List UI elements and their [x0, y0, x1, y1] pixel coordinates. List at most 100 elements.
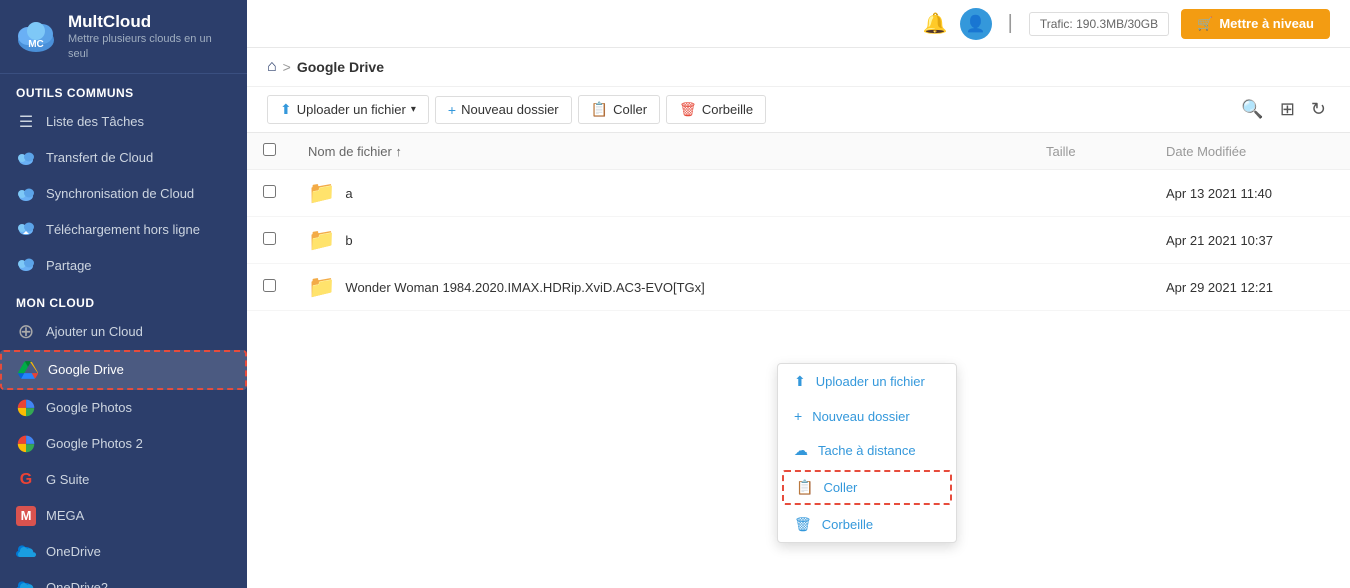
- col-date-header: Date Modifiée: [1150, 133, 1350, 170]
- context-paste-label: Coller: [823, 480, 857, 495]
- sidebar-item-google-photos[interactable]: Google Photos: [0, 390, 247, 426]
- onedrive2-label: OneDrive2: [46, 580, 108, 588]
- offline-download-icon: [16, 220, 36, 240]
- sidebar-item-onedrive2[interactable]: OneDrive2: [0, 570, 247, 588]
- upload-dropdown-icon: ▾: [411, 104, 416, 115]
- context-trash-label: Corbeille: [822, 517, 873, 532]
- google-photos-2-icon: [16, 434, 36, 454]
- sidebar-header: MC MultCloud Mettre plusieurs clouds en …: [0, 0, 247, 74]
- cloud-transfer-icon: [16, 148, 36, 168]
- paste-icon: 📋: [591, 101, 608, 118]
- google-photos-icon: [16, 398, 36, 418]
- folder-icon-2: 📁: [308, 274, 335, 300]
- notification-icon[interactable]: 🔔: [923, 11, 948, 36]
- sidebar-item-offline-download[interactable]: Téléchargement hors ligne: [0, 212, 247, 248]
- new-folder-button[interactable]: + Nouveau dossier: [435, 96, 572, 124]
- sidebar-item-sharing[interactable]: Partage: [0, 248, 247, 284]
- onedrive-icon: [16, 542, 36, 562]
- context-paste-icon: 📋: [796, 479, 813, 496]
- sidebar: MC MultCloud Mettre plusieurs clouds en …: [0, 0, 247, 588]
- select-all-checkbox[interactable]: [263, 143, 276, 156]
- app-subtitle: Mettre plusieurs clouds en un seul: [68, 32, 233, 61]
- file-size-1: [1030, 217, 1150, 264]
- breadcrumb-home[interactable]: ⌂: [267, 58, 277, 76]
- file-name-0: a: [345, 186, 352, 201]
- breadcrumb: ⌂ > Google Drive: [247, 48, 1350, 87]
- app-name: MultCloud: [68, 12, 233, 32]
- file-name-1: b: [345, 233, 352, 248]
- sidebar-item-mega[interactable]: M MEGA: [0, 498, 247, 534]
- context-remote-label: Tache à distance: [818, 443, 916, 458]
- toolbar: ⬆ Uploader un fichier ▾ + Nouveau dossie…: [247, 87, 1350, 133]
- table-row[interactable]: 📁 b Apr 21 2021 10:37: [247, 217, 1350, 264]
- avatar[interactable]: 👤: [960, 8, 992, 40]
- main-content: 🔔 👤 | Trafic: 190.3MB/30GB 🛒 Mettre à ni…: [247, 0, 1350, 588]
- table-row[interactable]: 📁 Wonder Woman 1984.2020.IMAX.HDRip.XviD…: [247, 264, 1350, 311]
- new-folder-label: Nouveau dossier: [461, 102, 559, 117]
- svg-text:MC: MC: [28, 39, 44, 50]
- file-table: Nom de fichier ↑ Taille Date Modifiée 📁 …: [247, 133, 1350, 311]
- add-cloud-icon: ⊕: [16, 322, 36, 342]
- context-trash[interactable]: 🗑 Corbeille: [778, 507, 956, 542]
- row-checkbox-2[interactable]: [263, 279, 276, 292]
- google-photos-2-label: Google Photos 2: [46, 436, 143, 451]
- upload-button[interactable]: ⬆ Uploader un fichier ▾: [267, 95, 429, 124]
- trash-button[interactable]: 🗑 Corbeille: [666, 95, 766, 124]
- context-paste[interactable]: 📋 Coller: [782, 470, 952, 505]
- row-checkbox-0[interactable]: [263, 185, 276, 198]
- mega-label: MEGA: [46, 508, 84, 523]
- context-new-folder-label: Nouveau dossier: [812, 409, 910, 424]
- mega-icon: M: [16, 506, 36, 526]
- context-new-folder[interactable]: + Nouveau dossier: [778, 399, 956, 433]
- sidebar-item-add-cloud[interactable]: ⊕ Ajouter un Cloud: [0, 314, 247, 350]
- table-row[interactable]: 📁 a Apr 13 2021 11:40: [247, 170, 1350, 217]
- context-upload-file[interactable]: ⬆ Uploader un fichier: [778, 364, 956, 399]
- upgrade-button[interactable]: 🛒 Mettre à niveau: [1181, 9, 1330, 39]
- trash-label: Corbeille: [702, 102, 753, 117]
- sidebar-item-cloud-sync[interactable]: Synchronisation de Cloud: [0, 176, 247, 212]
- upload-icon: ⬆: [280, 101, 292, 118]
- offline-download-label: Téléchargement hors ligne: [46, 222, 200, 237]
- g-suite-icon: G: [16, 470, 36, 490]
- sidebar-item-google-drive[interactable]: Google Drive: [0, 350, 247, 390]
- paste-label: Coller: [613, 102, 647, 117]
- onedrive-label: OneDrive: [46, 544, 101, 559]
- context-menu: ⬆ Uploader un fichier + Nouveau dossier …: [777, 363, 957, 543]
- google-drive-icon: [18, 360, 38, 380]
- add-cloud-label: Ajouter un Cloud: [46, 324, 143, 339]
- col-name-header[interactable]: Nom de fichier ↑: [292, 133, 1030, 170]
- traffic-info: Trafic: 190.3MB/30GB: [1029, 12, 1169, 36]
- file-name-2: Wonder Woman 1984.2020.IMAX.HDRip.XviD.A…: [345, 280, 704, 295]
- google-drive-label: Google Drive: [48, 362, 124, 377]
- search-button[interactable]: 🔍: [1237, 95, 1267, 124]
- toolbar-right: 🔍 ⊞ ↻: [1237, 95, 1330, 124]
- upload-label: Uploader un fichier: [297, 102, 406, 117]
- context-remote-task[interactable]: ☁ Tache à distance: [778, 433, 956, 468]
- logo-icon: MC: [14, 14, 58, 58]
- context-remote-icon: ☁: [794, 442, 808, 459]
- sidebar-item-google-photos-2[interactable]: Google Photos 2: [0, 426, 247, 462]
- cloud-transfer-label: Transfert de Cloud: [46, 150, 153, 165]
- context-new-folder-icon: +: [794, 408, 802, 424]
- sharing-label: Partage: [46, 258, 92, 273]
- task-list-icon: ☰: [16, 112, 36, 132]
- cloud-sync-icon: [16, 184, 36, 204]
- context-trash-icon: 🗑: [794, 516, 812, 533]
- grid-view-button[interactable]: ⊞: [1276, 95, 1299, 124]
- section-cloud-label: Mon Cloud: [0, 284, 247, 314]
- sidebar-item-cloud-transfer[interactable]: Transfert de Cloud: [0, 140, 247, 176]
- sidebar-item-onedrive[interactable]: OneDrive: [0, 534, 247, 570]
- sidebar-item-g-suite[interactable]: G G Suite: [0, 462, 247, 498]
- trash-icon: 🗑: [679, 101, 697, 118]
- google-photos-label: Google Photos: [46, 400, 132, 415]
- sidebar-item-task-list[interactable]: ☰ Liste des Tâches: [0, 104, 247, 140]
- refresh-button[interactable]: ↻: [1307, 95, 1330, 124]
- sharing-icon: [16, 256, 36, 276]
- file-date-1: Apr 21 2021 10:37: [1150, 217, 1350, 264]
- onedrive2-icon: [16, 578, 36, 588]
- file-list: Nom de fichier ↑ Taille Date Modifiée 📁 …: [247, 133, 1350, 588]
- context-upload-icon: ⬆: [794, 373, 806, 390]
- paste-button[interactable]: 📋 Coller: [578, 95, 660, 124]
- g-suite-label: G Suite: [46, 472, 89, 487]
- row-checkbox-1[interactable]: [263, 232, 276, 245]
